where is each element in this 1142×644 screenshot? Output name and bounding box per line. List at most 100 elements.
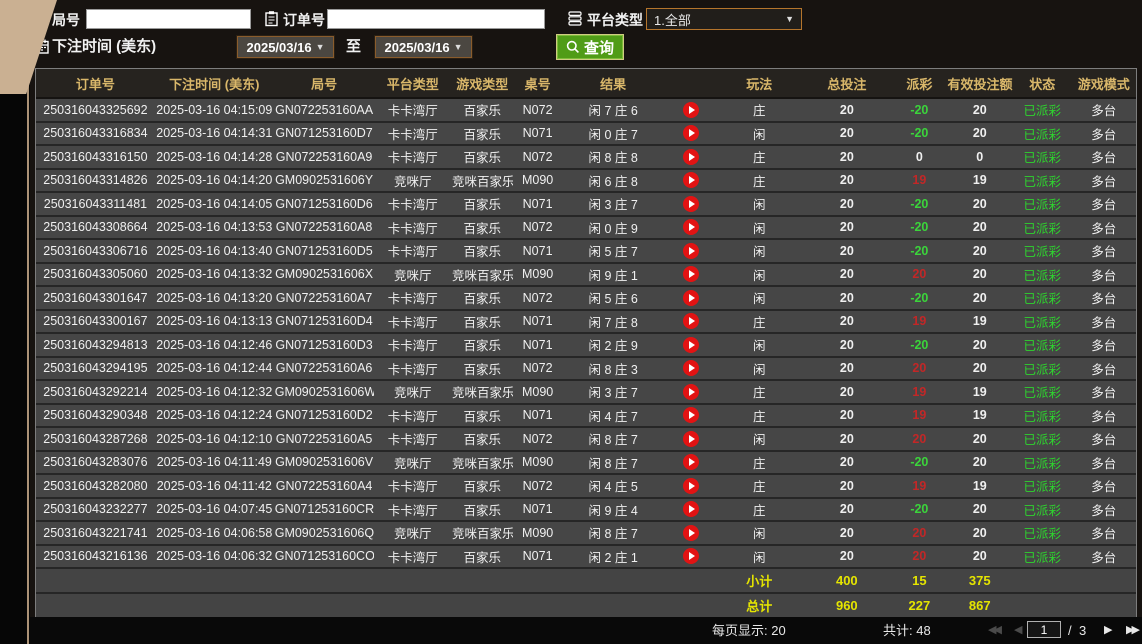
cell-status: 已派彩 bbox=[1013, 192, 1071, 216]
cell-payout: 20 bbox=[892, 263, 946, 287]
play-video-button[interactable] bbox=[683, 219, 699, 235]
date-from-picker[interactable]: 2025/03/16 ▼ bbox=[237, 36, 334, 58]
page-number-input[interactable] bbox=[1027, 621, 1061, 638]
play-video-button[interactable] bbox=[683, 478, 699, 494]
cell-table-no: N071 bbox=[513, 122, 561, 146]
cell-table-no: N071 bbox=[513, 310, 561, 334]
cell-bet-time: 2025-03-16 04:14:31 bbox=[155, 122, 274, 146]
play-video-button[interactable] bbox=[683, 454, 699, 470]
cell-status: 已派彩 bbox=[1013, 404, 1071, 428]
cell-bet-side: 庄 bbox=[717, 145, 802, 169]
cell-valid-bet: 20 bbox=[947, 263, 1013, 287]
cell-status: 已派彩 bbox=[1013, 521, 1071, 545]
play-video-button[interactable] bbox=[683, 360, 699, 376]
play-icon bbox=[689, 341, 695, 349]
cell-play bbox=[665, 404, 717, 428]
cell-bet-time: 2025-03-16 04:14:28 bbox=[155, 145, 274, 169]
cell-result: 闲 4 庄 5 bbox=[562, 474, 665, 498]
grand-total-total-bet: 960 bbox=[802, 593, 893, 618]
table-row: 2503160433016472025-03-16 04:13:20GN0722… bbox=[36, 286, 1136, 310]
play-video-button[interactable] bbox=[683, 407, 699, 423]
cell-play bbox=[665, 498, 717, 522]
play-icon bbox=[689, 458, 695, 466]
play-video-button[interactable] bbox=[683, 501, 699, 517]
play-video-button[interactable] bbox=[683, 149, 699, 165]
cell-bet-side: 闲 bbox=[717, 286, 802, 310]
cell-mode: 多台 bbox=[1071, 545, 1136, 569]
play-video-button[interactable] bbox=[683, 196, 699, 212]
cell-game-no: GN072253160A6 bbox=[274, 357, 375, 381]
cell-table-no: N072 bbox=[513, 474, 561, 498]
play-video-button[interactable] bbox=[683, 125, 699, 141]
play-video-button[interactable] bbox=[683, 243, 699, 259]
first-page-button[interactable]: ◀◀ bbox=[988, 617, 999, 644]
table-row: 2503160433161502025-03-16 04:14:28GN0722… bbox=[36, 145, 1136, 169]
cell-game-type: 百家乐 bbox=[451, 404, 513, 428]
cell-result: 闲 3 庄 7 bbox=[562, 380, 665, 404]
play-video-button[interactable] bbox=[683, 266, 699, 282]
cell-valid-bet: 20 bbox=[947, 216, 1013, 240]
play-video-button[interactable] bbox=[683, 525, 699, 541]
cell-bet-time: 2025-03-16 04:06:32 bbox=[155, 545, 274, 569]
last-page-button[interactable]: ▶▶ bbox=[1126, 617, 1137, 644]
cell-order-no: 250316043305060 bbox=[36, 263, 155, 287]
cell-table-no: N071 bbox=[513, 192, 561, 216]
play-icon bbox=[689, 200, 695, 208]
cell-total-bet: 20 bbox=[802, 380, 893, 404]
date-to-picker[interactable]: 2025/03/16 ▼ bbox=[375, 36, 472, 58]
play-video-button[interactable] bbox=[683, 384, 699, 400]
cell-total-bet: 20 bbox=[802, 427, 893, 451]
play-video-button[interactable] bbox=[683, 313, 699, 329]
platform-type-select[interactable]: 1.全部 ▼ bbox=[646, 8, 802, 30]
order-no-input[interactable] bbox=[327, 9, 545, 29]
cell-bet-side: 庄 bbox=[717, 310, 802, 334]
play-video-button[interactable] bbox=[683, 337, 699, 353]
play-icon bbox=[689, 106, 695, 114]
cell-payout: -20 bbox=[892, 239, 946, 263]
total-pages-text: 3 bbox=[1079, 617, 1086, 644]
table-row: 2503160433001672025-03-16 04:13:13GN0712… bbox=[36, 310, 1136, 334]
cell-platform: 竞咪厅 bbox=[374, 169, 451, 193]
cell-bet-time: 2025-03-16 04:15:09 bbox=[155, 98, 274, 122]
cell-valid-bet: 20 bbox=[947, 427, 1013, 451]
play-video-button[interactable] bbox=[683, 290, 699, 306]
col-header-result: 结果 bbox=[562, 69, 665, 98]
cell-game-type: 竞咪百家乐 bbox=[451, 263, 513, 287]
cell-result: 闲 6 庄 8 bbox=[562, 169, 665, 193]
cell-game-no: GN072253160A8 bbox=[274, 216, 375, 240]
cell-total-bet: 20 bbox=[802, 451, 893, 475]
cell-valid-bet: 20 bbox=[947, 286, 1013, 310]
col-header-platform: 平台类型 bbox=[374, 69, 451, 98]
cell-game-no: GN071253160D3 bbox=[274, 333, 375, 357]
cell-bet-time: 2025-03-16 04:13:13 bbox=[155, 310, 274, 334]
next-page-button[interactable]: ▶ bbox=[1104, 617, 1109, 644]
cell-bet-time: 2025-03-16 04:14:05 bbox=[155, 192, 274, 216]
cell-total-bet: 20 bbox=[802, 145, 893, 169]
play-video-button[interactable] bbox=[683, 431, 699, 447]
play-video-button[interactable] bbox=[683, 172, 699, 188]
play-video-button[interactable] bbox=[683, 102, 699, 118]
cell-valid-bet: 20 bbox=[947, 192, 1013, 216]
play-video-button[interactable] bbox=[683, 548, 699, 564]
cell-mode: 多台 bbox=[1071, 498, 1136, 522]
page-separator: / bbox=[1068, 617, 1072, 644]
query-button[interactable]: 查询 bbox=[556, 34, 624, 60]
cell-play bbox=[665, 263, 717, 287]
col-header-total-bet: 总投注 bbox=[802, 69, 893, 98]
cell-play bbox=[665, 122, 717, 146]
cell-bet-time: 2025-03-16 04:12:32 bbox=[155, 380, 274, 404]
col-header-bet-side: 玩法 bbox=[717, 69, 802, 98]
cell-table-no: N072 bbox=[513, 145, 561, 169]
cell-mode: 多台 bbox=[1071, 122, 1136, 146]
grand-total-payout: 227 bbox=[892, 593, 946, 618]
game-no-input[interactable] bbox=[86, 9, 251, 29]
cell-game-type: 百家乐 bbox=[451, 357, 513, 381]
cell-bet-time: 2025-03-16 04:12:44 bbox=[155, 357, 274, 381]
subtotal-valid-bet: 375 bbox=[947, 568, 1013, 593]
cell-mode: 多台 bbox=[1071, 521, 1136, 545]
cell-valid-bet: 19 bbox=[947, 380, 1013, 404]
cell-game-no: GN072253160A5 bbox=[274, 427, 375, 451]
cell-payout: -20 bbox=[892, 98, 946, 122]
prev-page-button[interactable]: ◀ bbox=[1014, 617, 1019, 644]
cell-game-type: 百家乐 bbox=[451, 192, 513, 216]
